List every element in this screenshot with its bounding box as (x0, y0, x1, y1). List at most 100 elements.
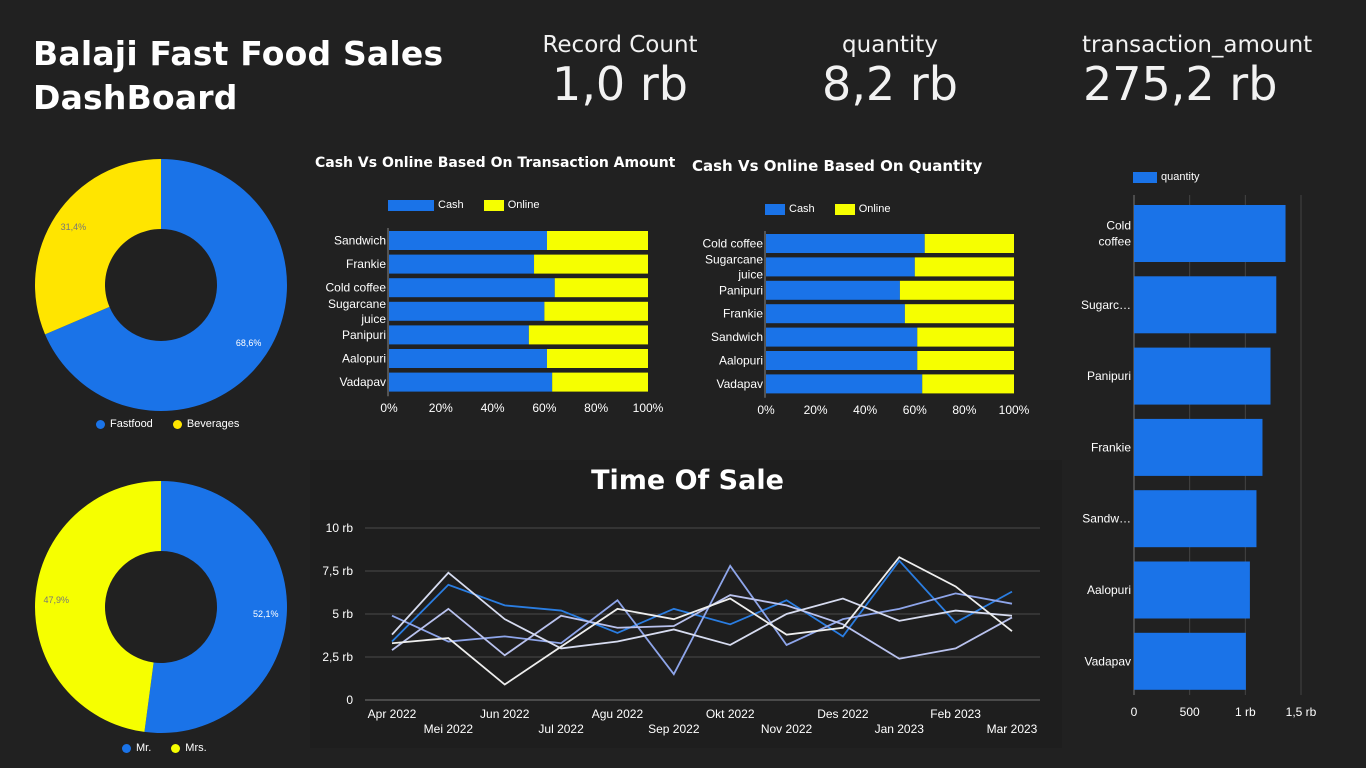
donut-slice-mrs (35, 481, 161, 732)
bar-sandw (1134, 490, 1257, 548)
legend-entry-online-qty[interactable]: Online (834, 203, 890, 215)
bar-segment-online-aalopuri (917, 351, 1014, 370)
legend-entry-cash-qty[interactable]: Cash (765, 203, 815, 215)
bar-segment-cash-vadapav (766, 374, 923, 394)
x-tick-label: Mei 2022 (424, 722, 474, 736)
bar-segment-online-aalopuri (546, 349, 648, 368)
x-tick-label: Agu 2022 (592, 707, 644, 721)
category-label-panipuri: Panipuri (342, 328, 386, 342)
kpi-quantity-value: 8,2 rb (822, 57, 958, 111)
bar-segment-cash-sugarcane-juice (389, 301, 545, 321)
x-tick-label: Mar 2023 (987, 722, 1038, 736)
bar-segment-cash-vadapav (389, 372, 553, 392)
category-label-vadapav: Vadapav (1085, 654, 1131, 668)
x-tick-label: 80% (584, 401, 608, 415)
line-series-1 (391, 559, 1013, 643)
x-tick-label: 20% (429, 401, 453, 415)
legend-swatch-fastfood (96, 419, 105, 429)
category-label-frankie: Frankie (1091, 440, 1131, 454)
stacked-bar-chart-amount: Sandwich Frankie Cold coffee Sugarcanejuice… (326, 228, 664, 415)
chart-title-time-of-sale: Time Of Sale (591, 465, 784, 496)
y-tick-label: 5 rb (332, 607, 353, 621)
legend-entry-quantity[interactable]: quantity (1133, 171, 1200, 183)
legend-label-cash-qty: Cash (789, 203, 815, 215)
x-tick-label: 0% (380, 401, 398, 415)
legend-entry-mrs[interactable]: Mrs. (171, 742, 207, 754)
category-label-cold-coffee: Cold (1106, 219, 1131, 233)
category-label-aalopuri: Aalopuri (342, 352, 386, 366)
legend-item-quantity: quantity (1133, 171, 1212, 183)
category-label-vadapav: Vadapav (717, 377, 763, 391)
legend-entry-fastfood[interactable]: Fastfood (96, 418, 153, 430)
legend-label-beverages: Beverages (186, 418, 240, 430)
x-tick-label: 1,5 rb (1286, 705, 1317, 719)
category-label-cold-coffee: Cold coffee (326, 281, 387, 295)
kpi-transaction-amount-value: 275,2 rb (1083, 57, 1278, 111)
bar-segment-online-frankie (534, 254, 648, 274)
bar-segment-online-frankie (904, 304, 1014, 324)
legend-swatch-online (483, 199, 504, 211)
donut-chart-gender: 52,1% 47,9% (35, 481, 288, 733)
bar-segment-cash-aalopuri (389, 349, 547, 368)
bar-segment-cash-cold-coffee (389, 278, 555, 298)
y-tick-label: 2,5 rb (322, 650, 353, 664)
category-label-vadapav: Vadapav (340, 375, 386, 389)
legend-swatch-mrs (171, 743, 181, 753)
x-tick-label: 100% (633, 401, 664, 415)
bar-segment-online-vadapav (552, 372, 648, 392)
category-label-sandw: Sandw… (1082, 512, 1131, 526)
legend-entry-cash[interactable]: Cash (388, 199, 464, 211)
legend-entry-beverages[interactable]: Beverages (172, 418, 240, 430)
bar-segment-cash-frankie (389, 254, 535, 274)
legend-entry-online[interactable]: Online (483, 199, 540, 211)
dashboard-title: Balaji Fast Food Sales DashBoard (33, 32, 513, 120)
stacked-bar-chart-quantity: Cold coffeeSugarcanejuice Panipuri Frankie… (703, 231, 1030, 417)
donut-chart-item-type: 68,6% 31,4% (34, 159, 288, 411)
bar-segment-cash-cold-coffee (766, 234, 925, 253)
x-tick-label: 60% (903, 403, 927, 417)
bar-aalopuri (1134, 561, 1250, 619)
bar-segment-online-panipuri (899, 280, 1014, 300)
x-tick-label: 20% (804, 403, 828, 417)
x-tick-label: Nov 2022 (761, 722, 813, 736)
donut-slice-mr (144, 481, 288, 733)
bar-cold-coffee (1134, 205, 1286, 262)
legend-swatch-mr (122, 743, 131, 753)
legend-entry-mr[interactable]: Mr. (122, 742, 151, 754)
kpi-record-count-value: 1,0 rb (552, 57, 688, 111)
kpi-record-count: Record Count 1,0 rb (520, 32, 720, 110)
bar-segment-online-sugarcane-juice (914, 257, 1014, 277)
legend-label-fastfood: Fastfood (110, 418, 153, 430)
legend-swatch-cash (388, 199, 434, 211)
category-label-cold-coffee: coffee (1099, 235, 1132, 249)
legend-swatch-cash-qty (765, 203, 785, 215)
bar-segment-online-sugarcane-juice (544, 301, 648, 321)
bar-segment-cash-panipuri (766, 280, 900, 300)
dashboard-title-line1: Balaji Fast Food Sales (33, 34, 444, 73)
bar-vadapav (1134, 632, 1246, 690)
bar-frankie (1134, 418, 1263, 476)
category-label-sandwich: Sandwich (334, 234, 386, 248)
x-tick-label: Apr 2022 (368, 707, 417, 721)
legend-swatch-beverages (172, 419, 182, 429)
category-label-aalopuri: Aalopuri (719, 354, 763, 368)
category-label-sugarcane-juice: juice (737, 267, 763, 281)
x-tick-label: 40% (481, 401, 505, 415)
x-tick-label: Jan 2023 (875, 722, 925, 736)
donut-label-beverages: 31,4% (61, 222, 87, 232)
legend-swatch-online-qty (834, 203, 855, 215)
chart-title-cash-vs-online-amount: Cash Vs Online Based On Transaction Amou… (315, 155, 676, 171)
bar-segment-online-panipuri (528, 325, 648, 345)
bar-segment-cash-sandwich (389, 231, 547, 250)
legend-label-cash: Cash (438, 199, 464, 211)
donut-label-mrs: 47,9% (43, 595, 69, 605)
y-tick-label: 0 (346, 693, 353, 707)
legend-label-mrs: Mrs. (185, 742, 207, 754)
x-tick-label: 0% (757, 403, 775, 417)
x-tick-label: Des 2022 (817, 707, 869, 721)
donut-label-fastfood: 68,6% (236, 338, 262, 348)
category-label-panipuri: Panipuri (719, 283, 763, 297)
x-tick-label: 0 (1131, 705, 1138, 719)
legend-label-online: Online (507, 199, 540, 211)
donut-label-mr: 52,1% (253, 609, 279, 619)
